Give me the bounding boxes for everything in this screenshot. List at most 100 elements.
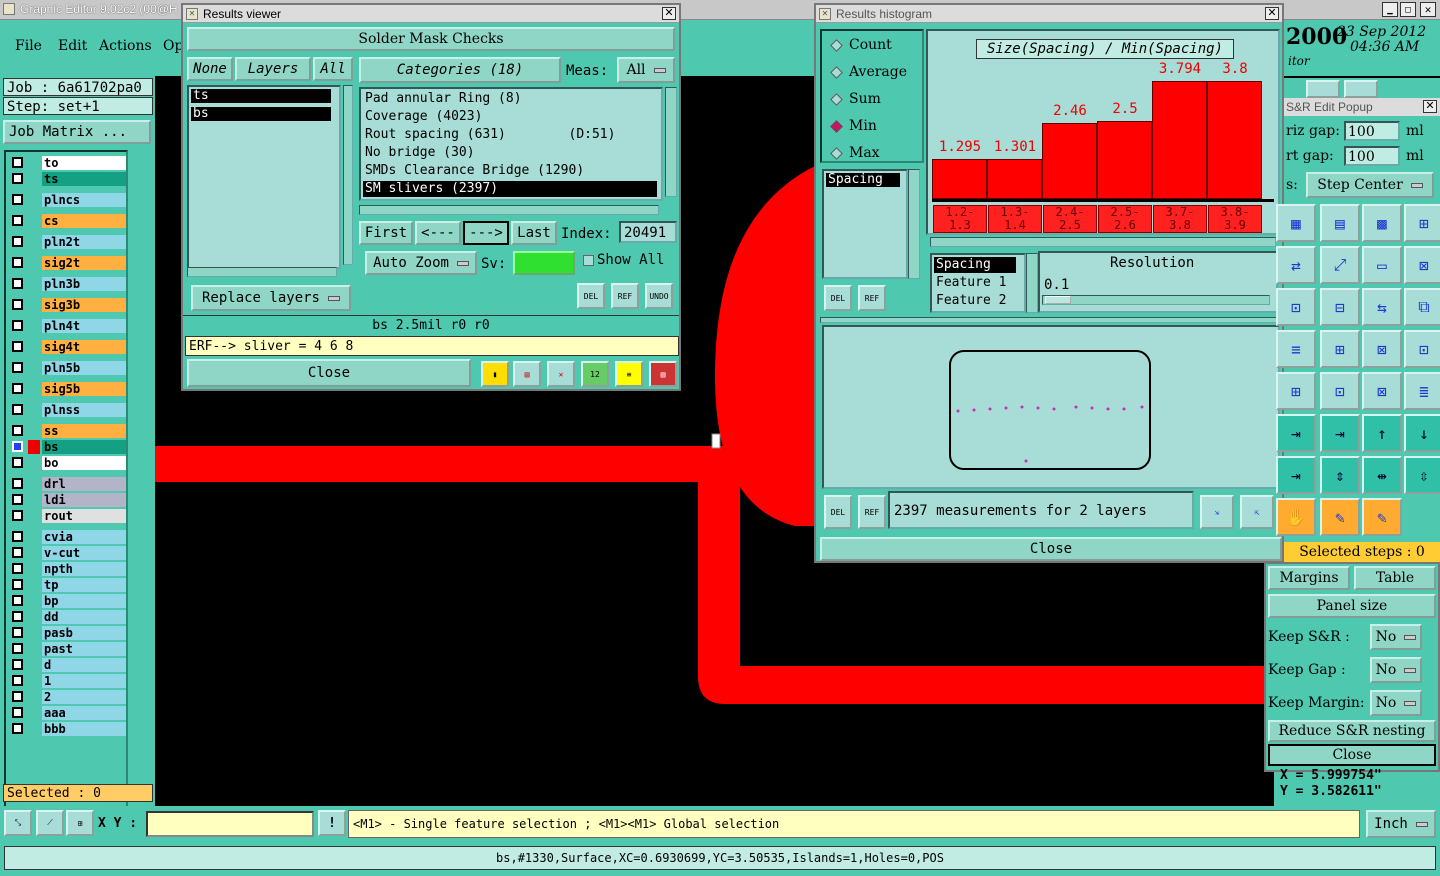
measure-list-item-spacing[interactable]: Spacing xyxy=(826,173,900,187)
keep-margin-dropdown[interactable]: No xyxy=(1370,690,1422,716)
layer-row-pln4t[interactable]: pln4t xyxy=(10,319,126,333)
horiz-gap-field[interactable]: 100 xyxy=(1344,121,1400,141)
layer-row-bo[interactable]: bo xyxy=(10,456,126,470)
layer-checkbox[interactable] xyxy=(12,173,23,184)
category-item[interactable]: SM slivers (2397) xyxy=(363,181,657,197)
none-button[interactable]: None xyxy=(187,57,233,81)
layer-checkbox[interactable] xyxy=(12,595,23,606)
layer-row-aaa[interactable]: aaa xyxy=(10,706,126,720)
zoom-icon[interactable]: ⤡ xyxy=(4,810,32,836)
categories-hscrollbar[interactable] xyxy=(359,205,659,215)
equalize-icon[interactable]: ⊠ xyxy=(1362,372,1402,410)
category-item[interactable]: Coverage (4023) xyxy=(363,109,657,125)
layer-checkbox[interactable] xyxy=(12,299,23,310)
vert-distribute-icon[interactable]: ⇕ xyxy=(1320,456,1360,494)
layer-checkbox[interactable] xyxy=(12,675,23,686)
del-icon[interactable]: DEL xyxy=(824,495,852,529)
field-item-feature1[interactable]: Feature 1 xyxy=(934,275,1006,291)
grid-icon[interactable]: ⊞ xyxy=(66,810,94,836)
distribute-v-icon[interactable]: ⊡ xyxy=(1320,372,1360,410)
category-item[interactable]: No bridge (30) xyxy=(363,145,657,161)
hand-icon[interactable]: ✋ xyxy=(1276,498,1316,536)
histogram-bar[interactable] xyxy=(1042,123,1097,199)
stack-icon[interactable]: ≡ xyxy=(1276,330,1316,368)
categories-list[interactable]: Pad annular Ring (8) Coverage (4023) Rout … xyxy=(359,87,663,201)
histogram-bar[interactable] xyxy=(1152,81,1207,199)
import-icon[interactable]: ⇱ xyxy=(1240,495,1274,529)
layer-row-bs[interactable]: bs xyxy=(10,440,126,454)
layer-row-sig4t[interactable]: sig4t xyxy=(10,340,126,354)
layer-checkbox[interactable] xyxy=(12,457,23,468)
layer-row-cs[interactable]: cs xyxy=(10,214,126,228)
measure-list-scrollbar[interactable] xyxy=(908,169,920,279)
layer-checkbox[interactable] xyxy=(12,215,23,226)
layer-checkbox[interactable] xyxy=(12,547,23,558)
notes-icon[interactable]: ≡ xyxy=(615,361,643,387)
layer-row-v-cut[interactable]: v-cut xyxy=(10,546,126,560)
histogram-bar[interactable] xyxy=(1207,81,1262,199)
row-icon[interactable]: ⊠ xyxy=(1362,330,1402,368)
layer-checkbox[interactable] xyxy=(12,362,23,373)
layer-row-sig2t[interactable]: sig2t xyxy=(10,256,126,270)
unit-dropdown[interactable]: Inch xyxy=(1366,810,1436,838)
field-item-feature2[interactable]: Feature 2 xyxy=(934,293,1006,309)
layer-checkbox[interactable] xyxy=(12,494,23,505)
menu-file[interactable]: File xyxy=(15,38,42,54)
layer-row-ldi[interactable]: ldi xyxy=(10,493,126,507)
histogram-hscrollbar[interactable] xyxy=(930,237,1276,247)
show-all-checkbox[interactable] xyxy=(583,255,594,266)
histogram-icon[interactable]: ▥ xyxy=(649,361,677,387)
measure-list[interactable]: Spacing xyxy=(822,169,908,279)
vert-gap-field[interactable]: 100 xyxy=(1344,146,1400,166)
panel-size-button[interactable]: Panel size xyxy=(1268,594,1436,618)
layer-checkbox[interactable] xyxy=(12,320,23,331)
radio-min[interactable]: Min xyxy=(830,118,877,134)
keep-gap-dropdown[interactable]: No xyxy=(1370,657,1422,683)
field-list[interactable]: Spacing Feature 1 Feature 2 xyxy=(930,253,1026,313)
route-icon[interactable]: ⇄ xyxy=(1276,246,1316,284)
edit-a-icon[interactable]: ✎ xyxy=(1320,498,1360,536)
report-icon[interactable]: ▤ xyxy=(513,361,541,387)
replace-layers-dropdown[interactable]: Replace layers xyxy=(191,285,351,311)
prev-button[interactable]: <--- xyxy=(415,221,461,245)
step-center-dropdown[interactable]: Step Center xyxy=(1306,172,1434,198)
meas-dropdown[interactable]: All xyxy=(617,57,675,83)
array-icon[interactable]: ⊞ xyxy=(1320,330,1360,368)
menu-edit[interactable]: Edit xyxy=(58,38,87,54)
info-icon[interactable]: ! xyxy=(318,810,346,836)
layer-row-plnss[interactable]: plnss xyxy=(10,403,126,417)
vert-spread-icon[interactable]: ⇳ xyxy=(1404,456,1440,494)
sv-color-dropdown[interactable] xyxy=(513,251,575,275)
layer-list-vscrollbar[interactable] xyxy=(343,85,353,265)
grid-4x4-icon[interactable]: ⊞ xyxy=(1404,204,1440,242)
layer-row-sig3b[interactable]: sig3b xyxy=(10,298,126,312)
layer-checkbox[interactable] xyxy=(12,194,23,205)
push-right-icon[interactable]: ⇥ xyxy=(1320,414,1360,452)
layer-row-plncs[interactable]: plncs xyxy=(10,193,126,207)
radio-count[interactable]: Count xyxy=(830,37,892,53)
index-field[interactable]: 20491 xyxy=(619,221,677,243)
field-item-spacing[interactable]: Spacing xyxy=(934,257,1016,273)
categories-button[interactable]: Categories (18) xyxy=(359,57,561,83)
resolution-slider[interactable] xyxy=(1042,295,1270,305)
radio-average[interactable]: Average xyxy=(830,64,907,80)
radio-max[interactable]: Max xyxy=(830,145,880,161)
del-icon[interactable]: DEL xyxy=(824,285,852,311)
layer-checkbox[interactable] xyxy=(12,691,23,702)
category-item[interactable]: Rout spacing (631) (D:51) xyxy=(363,127,657,143)
layer-checkbox[interactable] xyxy=(12,627,23,638)
flip-icon[interactable]: ▭ xyxy=(1362,246,1402,284)
layers-button[interactable]: Layers xyxy=(235,57,311,81)
number-icon[interactable]: 12 xyxy=(581,361,609,387)
reduce-nesting-button[interactable]: Reduce S&R nesting xyxy=(1268,720,1436,742)
layer-list-hscrollbar[interactable] xyxy=(187,267,337,277)
display-icon[interactable]: ▮ xyxy=(481,361,509,387)
layer-row-drl[interactable]: drl xyxy=(10,477,126,491)
histogram-bar[interactable] xyxy=(1097,121,1152,199)
close-x-icon[interactable]: ✕ xyxy=(1265,7,1279,20)
table-button[interactable]: Table xyxy=(1354,566,1436,590)
close-window-button[interactable]: ✕ xyxy=(1420,2,1436,17)
layer-row-ts[interactable]: ts xyxy=(10,172,126,186)
sr-close-button[interactable]: Close xyxy=(1268,744,1436,766)
layer-row-npth[interactable]: npth xyxy=(10,562,126,576)
